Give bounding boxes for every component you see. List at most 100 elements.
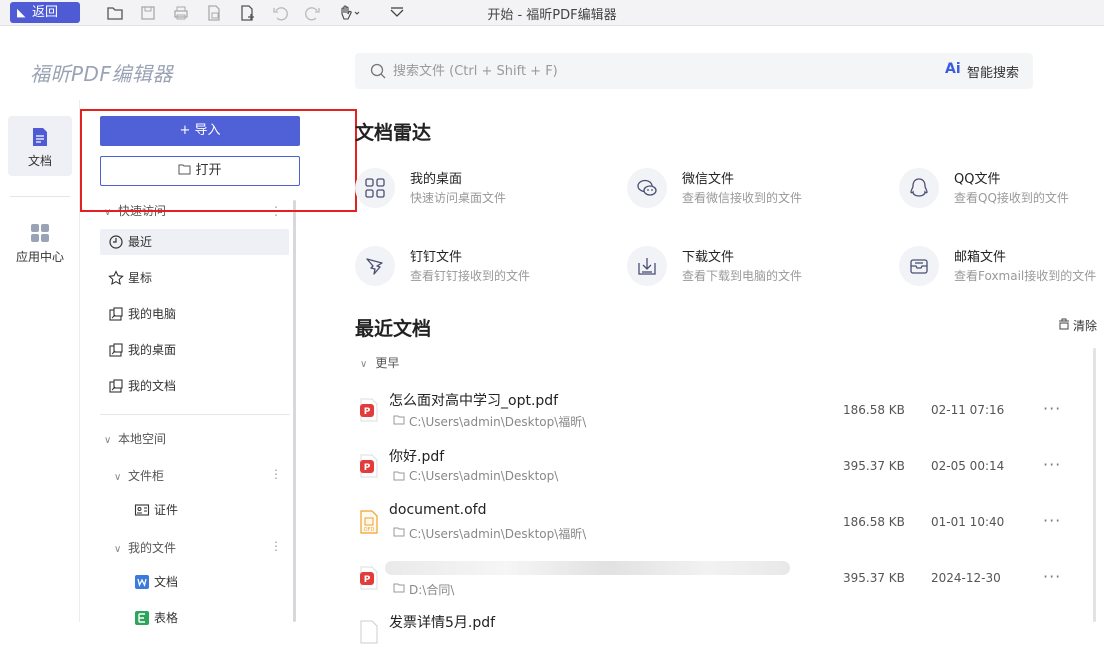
svg-text:P: P [364,407,371,417]
recent-scrollbar[interactable] [1093,348,1096,622]
pdf-file-icon: P [360,398,378,422]
open-label: 打开 [195,163,222,178]
window-title: 开始 - 福昕PDF编辑器 [487,8,617,23]
group-earlier-header[interactable]: ∨ 更早 [360,354,399,371]
nav-item-my-documents[interactable]: 我的文档 [100,373,289,399]
more-options-icon[interactable]: ⋮ [270,539,282,553]
folder-icon [393,415,405,425]
redo-icon[interactable] [304,4,322,22]
back-button[interactable]: ◣ 返回 [10,2,80,23]
nav-item-word-docs[interactable]: 文档 [126,569,289,595]
radar-card-wechat[interactable]: 微信文件 查看微信接收到的文件 [627,168,867,228]
ai-search-label: 智能搜索 [966,66,1019,81]
radar-card-dingtalk[interactable]: 钉钉文件 查看钉钉接收到的文件 [355,246,595,306]
nav-item-starred[interactable]: 星标 [100,265,289,291]
file-size: 186.58 KB [843,403,905,417]
nav-item-my-computer[interactable]: 我的电脑 [100,301,289,327]
rail-item-app-center[interactable]: 应用中心 [8,212,72,272]
print-icon[interactable] [172,4,190,22]
clock-icon [109,235,123,249]
radar-card-subtitle: 快速访问桌面文件 [410,191,507,205]
word-doc-icon [135,575,149,589]
chevron-down-icon: ∨ [360,359,368,370]
search-icon [369,62,387,84]
id-card-icon [134,504,150,516]
local-space-header[interactable]: ∨ 本地空间 [104,430,166,447]
export-icon[interactable] [205,4,223,22]
nav-label: 星标 [128,271,153,285]
import-button[interactable]: + 导入 [100,116,300,146]
rail-divider [10,196,70,197]
file-path: C:\Users\admin\Desktop\福昕\ [393,413,586,430]
star-icon [108,270,124,286]
nav-label: 表格 [154,611,179,625]
new-file-icon[interactable] [238,4,256,22]
file-panel: + 导入 打开 ∨ 快速访问 ⋮ 最近 星标 我的电脑 我的桌面 我的文档 ∨ 本地… [82,100,320,625]
radar-card-downloads[interactable]: 下载文件 查看下载到电脑的文件 [627,246,867,306]
nav-item-spreadsheets[interactable]: 表格 [126,605,289,631]
back-label: 返回 [32,5,59,20]
more-options-icon[interactable]: ⋮ [270,204,282,218]
chevron-down-icon: ∨ [104,435,112,446]
radar-card-mail[interactable]: 邮箱文件 查看Foxmail接收到的文件 [899,246,1099,306]
hand-tool-icon[interactable] [337,4,363,22]
file-name: 你好.pdf [389,449,445,465]
table-row[interactable]: 发票详情5月.pdf [355,612,1095,662]
file-path: C:\Users\admin\Desktop\ [393,469,558,483]
nav-item-my-desktop[interactable]: 我的桌面 [100,337,289,363]
section-title: 快速访问 [118,204,167,218]
open-button[interactable]: 打开 [100,156,300,186]
chevron-down-icon: ∨ [104,207,112,218]
dingtalk-icon [366,258,383,275]
table-row[interactable]: OFD document.ofd C:\Users\admin\Desktop\… [355,502,1095,552]
section-title: 我的文件 [128,541,177,555]
clear-button[interactable]: 清除 [1058,317,1097,334]
my-files-header[interactable]: ∨ 我的文件 [114,539,176,556]
quick-access-header[interactable]: ∨ 快速访问 [104,202,166,219]
panel-divider [100,414,290,415]
table-row[interactable]: P 你好.pdf C:\Users\admin\Desktop\ 395.37 … [355,446,1095,496]
ai-search-icon: Ai [944,61,961,77]
qq-icon [910,178,928,197]
radar-card-desktop[interactable]: 我的桌面 快速访问桌面文件 [355,168,595,228]
panel-scrollbar[interactable] [293,200,296,622]
radar-card-qq[interactable]: QQ文件 查看QQ接收到的文件 [899,168,1099,228]
radar-card-subtitle: 查看微信接收到的文件 [682,191,803,205]
nav-item-certificates[interactable]: 证件 [126,497,289,523]
nav-item-recent[interactable]: 最近 [100,229,289,255]
more-options-icon[interactable]: ··· [1043,511,1061,530]
file-name: document.ofd [389,502,487,518]
search-bar[interactable]: Ai 智能搜索 [355,53,1033,89]
ofd-file-icon: OFD [360,510,378,534]
apps-grid-icon [31,224,49,242]
svg-text:P: P [364,463,371,473]
more-options-icon[interactable]: ··· [1043,399,1061,418]
more-options-icon[interactable]: ⋮ [270,467,282,481]
wechat-icon [637,179,657,196]
back-arrow-icon: ◣ [17,6,26,19]
nav-label: 证件 [154,503,179,517]
file-date: 01-01 10:40 [931,515,1005,529]
chevron-down-icon[interactable] [388,4,406,22]
radar-card-subtitle: 查看钉钉接收到的文件 [410,269,531,283]
undo-icon[interactable] [271,4,289,22]
search-input[interactable] [393,59,893,83]
table-row[interactable]: P 怎么面对高中学习_opt.pdf C:\Users\admin\Deskto… [355,390,1095,440]
more-options-icon[interactable]: ··· [1043,567,1061,586]
file-date: 02-05 00:14 [931,459,1005,473]
title-toolbar: ◣ 返回 开始 - 福昕PDF编辑器 [0,0,1104,26]
rail-item-documents[interactable]: 文档 [8,116,72,176]
ai-search-button[interactable]: Ai 智能搜索 [944,61,1019,81]
file-date: 2024-12-30 [931,571,1001,585]
radar-card-subtitle: 查看Foxmail接收到的文件 [954,269,1097,283]
cabinet-header[interactable]: ∨ 文件柜 [114,467,164,484]
radar-card-title: 我的桌面 [410,172,463,187]
rail-item-label: 应用中心 [15,250,64,264]
open-folder-icon[interactable] [106,4,124,22]
save-icon[interactable] [139,4,157,22]
svg-text:P: P [364,575,371,585]
more-options-icon[interactable]: ··· [1043,455,1061,474]
radar-title: 文档雷达 [355,122,432,144]
shortcut-folder-icon [109,379,123,393]
nav-label: 最近 [128,235,153,249]
